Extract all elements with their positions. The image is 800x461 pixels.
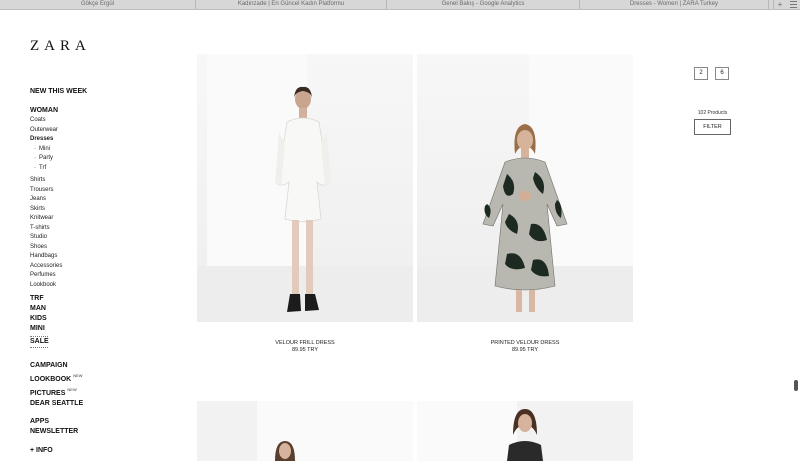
product-price: 89.95 TRY	[511, 347, 539, 353]
nav-campaign[interactable]: CAMPAIGN	[30, 361, 180, 371]
nav-sub-label: Party	[39, 155, 54, 161]
sidebar-nav: NEW THIS WEEK WOMAN Coats Outerwear Dres…	[30, 87, 180, 456]
nav-sale[interactable]: SALE	[30, 337, 180, 347]
nav-mini[interactable]: MINI	[30, 324, 180, 334]
view-6-per-row-button[interactable]: 6	[715, 67, 729, 80]
nav-pictures[interactable]: PICTURESNEW	[30, 385, 180, 399]
nav-item-accessories[interactable]: Accessories	[30, 262, 180, 272]
scrollbar-thumb[interactable]	[794, 380, 798, 391]
nav-sub-label: Mini	[39, 145, 51, 152]
product-price: 89.95 TRY	[291, 347, 319, 353]
nav-sub-label: Trf	[39, 164, 47, 171]
nav-more-info[interactable]: + INFO	[30, 446, 180, 456]
zara-logo[interactable]: ZARA	[30, 38, 91, 55]
product-image[interactable]	[417, 401, 633, 461]
product-caption[interactable]: PRINTED VELOUR DRESS 89.95 TRY	[417, 340, 633, 354]
model-printed-dress-image	[482, 124, 568, 312]
nav-item-trousers[interactable]: Trousers	[30, 186, 180, 196]
model-white-dress-image	[275, 86, 331, 312]
nav-sub-item[interactable]: - Mini	[30, 145, 180, 155]
filter-button[interactable]: FILTER	[694, 119, 731, 135]
product-count: 102 Products	[697, 110, 728, 116]
nav-sub-item[interactable]: - Trf	[30, 164, 180, 174]
browser-menu-button[interactable]	[786, 0, 800, 9]
nav-item-coats[interactable]: Coats	[30, 116, 180, 126]
new-badge: NEW	[67, 387, 77, 392]
nav-item-dresses[interactable]: Dresses	[30, 135, 180, 145]
product-image[interactable]	[417, 54, 633, 322]
browser-tab[interactable]: Kadınzade | En Güncel Kadın Platformu	[196, 0, 387, 9]
browser-tab[interactable]: Gökçe Ergül	[0, 0, 196, 9]
model-image	[275, 441, 295, 461]
nav-item-handbags[interactable]: Handbags	[30, 252, 180, 262]
product-name[interactable]: VELOUR FRILL DRESS	[197, 340, 413, 347]
nav-pictures-label: PICTURES	[30, 390, 66, 397]
new-tab-button[interactable]: +	[773, 0, 786, 9]
nav-lookbook-label: LOOKBOOK	[30, 376, 72, 383]
nav-item-shoes[interactable]: Shoes	[30, 243, 180, 253]
nav-item-jeans[interactable]: Jeans	[30, 195, 180, 205]
nav-item-lookbook[interactable]: Lookbook	[30, 281, 180, 291]
nav-apps[interactable]: APPS	[30, 417, 180, 427]
browser-tab-strip: Gökçe Ergül Kadınzade | En Güncel Kadın …	[0, 0, 800, 10]
nav-item-skirts[interactable]: Skirts	[30, 205, 180, 215]
nav-item-knitwear[interactable]: Knitwear	[30, 214, 180, 224]
hamburger-menu-icon	[789, 1, 797, 8]
nav-woman[interactable]: WOMAN	[30, 106, 180, 116]
nav-item-studio[interactable]: Studio	[30, 233, 180, 243]
nav-lookbook[interactable]: LOOKBOOKNEW	[30, 371, 180, 385]
product-image[interactable]	[197, 401, 413, 461]
nav-item-shirts[interactable]: Shirts	[30, 176, 180, 186]
product-image[interactable]	[197, 54, 413, 322]
nav-kids[interactable]: KIDS	[30, 314, 180, 324]
nav-man[interactable]: MAN	[30, 304, 180, 314]
nav-dear-seattle[interactable]: DEAR SEATTLE	[30, 399, 180, 409]
browser-tab[interactable]: Genel Bakış - Google Analytics	[387, 0, 580, 9]
view-2-per-row-button[interactable]: 2	[694, 67, 708, 80]
nav-new-this-week[interactable]: NEW THIS WEEK	[30, 87, 180, 97]
model-image	[507, 409, 543, 461]
nav-item-tshirts[interactable]: T-shirts	[30, 224, 180, 234]
product-caption[interactable]: VELOUR FRILL DRESS 89.95 TRY	[197, 340, 413, 354]
browser-tab-active[interactable]: Dresses - Women | ZARA Turkey	[580, 0, 769, 9]
new-badge: NEW	[73, 373, 83, 378]
nav-item-perfumes[interactable]: Perfumes	[30, 271, 180, 281]
nav-trf[interactable]: TRF	[30, 294, 180, 304]
nav-item-outerwear[interactable]: Outerwear	[30, 126, 180, 136]
nav-sub-item[interactable]: - Party	[30, 154, 180, 164]
product-name[interactable]: PRINTED VELOUR DRESS	[417, 340, 633, 347]
nav-newsletter[interactable]: NEWSLETTER	[30, 427, 180, 437]
